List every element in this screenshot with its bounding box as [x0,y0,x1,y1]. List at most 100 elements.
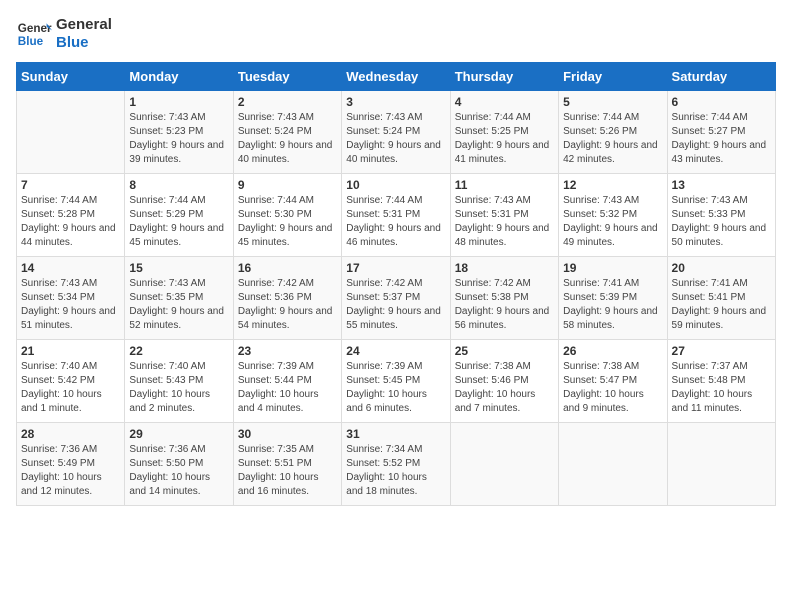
calendar-cell: 31Sunrise: 7:34 AMSunset: 5:52 PMDayligh… [342,423,450,506]
day-number: 4 [455,95,554,109]
calendar-cell: 27 Sunrise: 7:37 AMSunset: 5:48 PMDayligh… [667,340,775,423]
day-number: 2 [238,95,337,109]
header-friday: Friday [559,63,667,91]
day-number: 23 [238,344,337,358]
calendar-cell: 7Sunrise: 7:44 AMSunset: 5:28 PMDaylight… [17,174,125,257]
calendar-cell: 10 Sunrise: 7:44 AMSunset: 5:31 PMDayligh… [342,174,450,257]
day-number: 11 [455,178,554,192]
day-number: 5 [563,95,662,109]
header-wednesday: Wednesday [342,63,450,91]
day-number: 24 [346,344,445,358]
calendar-cell [667,423,775,506]
calendar-cell: 30 Sunrise: 7:35 AMSunset: 5:51 PMDayligh… [233,423,341,506]
day-number: 10 [346,178,445,192]
logo: General Blue General Blue [16,16,112,52]
week-row-0: 1 Sunrise: 7:43 AMSunset: 5:23 PMDaylight… [17,91,776,174]
header-monday: Monday [125,63,233,91]
day-number: 30 [238,427,337,441]
calendar-cell: 1 Sunrise: 7:43 AMSunset: 5:23 PMDaylight… [125,91,233,174]
week-row-4: 28 Sunrise: 7:36 AMSunset: 5:49 PMDayligh… [17,423,776,506]
day-number: 16 [238,261,337,275]
day-number: 17 [346,261,445,275]
day-info: Sunrise: 7:39 AMSunset: 5:45 PMDaylight:… [346,360,445,416]
day-info: Sunrise: 7:43 AMSunset: 5:24 PMDaylight:… [238,111,337,167]
calendar-cell: 13 Sunrise: 7:43 AMSunset: 5:33 PMDayligh… [667,174,775,257]
calendar-cell: 18Sunrise: 7:42 AMSunset: 5:38 PMDayligh… [450,257,558,340]
header-row: SundayMondayTuesdayWednesdayThursdayFrid… [17,63,776,91]
day-info: Sunrise: 7:43 AMSunset: 5:23 PMDaylight:… [129,111,228,167]
day-info: Sunrise: 7:39 AMSunset: 5:44 PMDaylight:… [238,360,337,416]
calendar-cell: 6 Sunrise: 7:44 AMSunset: 5:27 PMDaylight… [667,91,775,174]
day-info: Sunrise: 7:44 AMSunset: 5:30 PMDaylight:… [238,194,337,250]
calendar-cell: 9 Sunrise: 7:44 AMSunset: 5:30 PMDaylight… [233,174,341,257]
week-row-2: 14Sunrise: 7:43 AMSunset: 5:34 PMDayligh… [17,257,776,340]
day-number: 19 [563,261,662,275]
calendar-cell: 8 Sunrise: 7:44 AMSunset: 5:29 PMDaylight… [125,174,233,257]
day-info: Sunrise: 7:38 AMSunset: 5:47 PMDaylight:… [563,360,662,416]
day-number: 9 [238,178,337,192]
day-number: 27 [672,344,771,358]
day-info: Sunrise: 7:36 AMSunset: 5:49 PMDaylight:… [21,443,120,499]
calendar-cell: 28 Sunrise: 7:36 AMSunset: 5:49 PMDayligh… [17,423,125,506]
day-info: Sunrise: 7:44 AMSunset: 5:26 PMDaylight:… [563,111,662,167]
day-number: 8 [129,178,228,192]
day-info: Sunrise: 7:43 AMSunset: 5:33 PMDaylight:… [672,194,771,250]
day-number: 25 [455,344,554,358]
day-number: 12 [563,178,662,192]
calendar-cell: 17 Sunrise: 7:42 AMSunset: 5:37 PMDayligh… [342,257,450,340]
calendar-cell [17,91,125,174]
header-saturday: Saturday [667,63,775,91]
calendar-cell: 2 Sunrise: 7:43 AMSunset: 5:24 PMDaylight… [233,91,341,174]
svg-text:Blue: Blue [18,35,44,48]
day-info: Sunrise: 7:40 AMSunset: 5:43 PMDaylight:… [129,360,228,416]
calendar-cell: 23 Sunrise: 7:39 AMSunset: 5:44 PMDayligh… [233,340,341,423]
calendar-cell: 3 Sunrise: 7:43 AMSunset: 5:24 PMDaylight… [342,91,450,174]
header-tuesday: Tuesday [233,63,341,91]
day-info: Sunrise: 7:43 AMSunset: 5:31 PMDaylight:… [455,194,554,250]
logo-icon: General Blue [16,16,52,52]
day-info: Sunrise: 7:42 AMSunset: 5:37 PMDaylight:… [346,277,445,333]
calendar-cell: 11 Sunrise: 7:43 AMSunset: 5:31 PMDayligh… [450,174,558,257]
logo-general: General [56,16,112,34]
day-number: 26 [563,344,662,358]
calendar-cell [559,423,667,506]
week-row-3: 21 Sunrise: 7:40 AMSunset: 5:42 PMDayligh… [17,340,776,423]
calendar-cell: 20Sunrise: 7:41 AMSunset: 5:41 PMDayligh… [667,257,775,340]
day-number: 14 [21,261,120,275]
calendar-cell: 24 Sunrise: 7:39 AMSunset: 5:45 PMDayligh… [342,340,450,423]
calendar-cell [450,423,558,506]
day-info: Sunrise: 7:44 AMSunset: 5:31 PMDaylight:… [346,194,445,250]
day-info: Sunrise: 7:44 AMSunset: 5:28 PMDaylight:… [21,194,120,250]
day-info: Sunrise: 7:44 AMSunset: 5:25 PMDaylight:… [455,111,554,167]
day-info: Sunrise: 7:40 AMSunset: 5:42 PMDaylight:… [21,360,120,416]
day-info: Sunrise: 7:38 AMSunset: 5:46 PMDaylight:… [455,360,554,416]
calendar-body: 1 Sunrise: 7:43 AMSunset: 5:23 PMDaylight… [17,91,776,506]
day-info: Sunrise: 7:35 AMSunset: 5:51 PMDaylight:… [238,443,337,499]
day-info: Sunrise: 7:44 AMSunset: 5:29 PMDaylight:… [129,194,228,250]
calendar-cell: 12Sunrise: 7:43 AMSunset: 5:32 PMDayligh… [559,174,667,257]
calendar-cell: 29Sunrise: 7:36 AMSunset: 5:50 PMDayligh… [125,423,233,506]
calendar-cell: 25 Sunrise: 7:38 AMSunset: 5:46 PMDayligh… [450,340,558,423]
day-info: Sunrise: 7:42 AMSunset: 5:36 PMDaylight:… [238,277,337,333]
calendar-cell: 26 Sunrise: 7:38 AMSunset: 5:47 PMDayligh… [559,340,667,423]
day-info: Sunrise: 7:43 AMSunset: 5:24 PMDaylight:… [346,111,445,167]
logo-blue: Blue [56,34,112,52]
calendar-cell: 5 Sunrise: 7:44 AMSunset: 5:26 PMDaylight… [559,91,667,174]
calendar-cell: 21 Sunrise: 7:40 AMSunset: 5:42 PMDayligh… [17,340,125,423]
day-info: Sunrise: 7:41 AMSunset: 5:41 PMDaylight:… [672,277,771,333]
day-number: 1 [129,95,228,109]
day-info: Sunrise: 7:34 AMSunset: 5:52 PMDaylight:… [346,443,445,499]
calendar-cell: 14Sunrise: 7:43 AMSunset: 5:34 PMDayligh… [17,257,125,340]
day-number: 15 [129,261,228,275]
calendar-cell: 15Sunrise: 7:43 AMSunset: 5:35 PMDayligh… [125,257,233,340]
day-number: 28 [21,427,120,441]
day-info: Sunrise: 7:37 AMSunset: 5:48 PMDaylight:… [672,360,771,416]
day-number: 6 [672,95,771,109]
page-header: General Blue General Blue [16,16,776,52]
day-info: Sunrise: 7:44 AMSunset: 5:27 PMDaylight:… [672,111,771,167]
day-info: Sunrise: 7:42 AMSunset: 5:38 PMDaylight:… [455,277,554,333]
day-number: 21 [21,344,120,358]
day-number: 13 [672,178,771,192]
day-number: 29 [129,427,228,441]
day-number: 3 [346,95,445,109]
